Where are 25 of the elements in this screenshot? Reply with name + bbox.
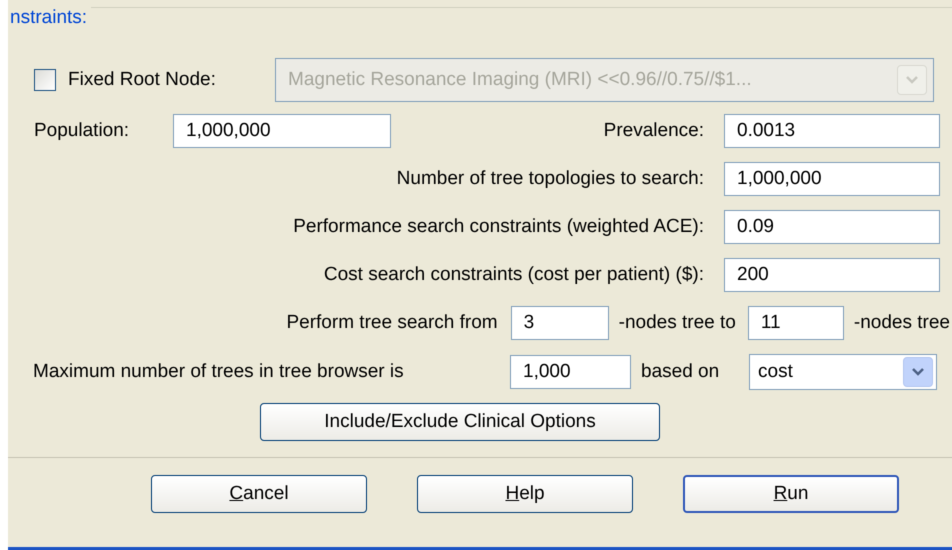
text-field[interactable]: 11 (748, 306, 844, 340)
text-field[interactable]: 0.0013 (724, 114, 940, 148)
text-field[interactable]: 1,000,000 (173, 114, 391, 148)
text-field[interactable]: 1,000,000 (724, 162, 940, 196)
dialog-button[interactable]: Help (417, 475, 633, 513)
field-label: Prevalence: (604, 118, 704, 143)
section-title: nstraints: (10, 6, 88, 30)
field-label: Perform tree search from (286, 310, 498, 335)
field-label: Cost search constraints (cost per patient) ($): (324, 262, 704, 287)
text-field[interactable]: 1,000 (510, 355, 631, 389)
field-label: Maximum number of trees in tree browser is (33, 360, 405, 384)
text-field[interactable]: 3 (510, 306, 609, 340)
text-field[interactable]: 0.09 (724, 210, 940, 244)
field-label: Fixed Root Node: (68, 68, 217, 92)
field-label: Population: (34, 118, 130, 143)
field-label: -nodes tree (854, 310, 950, 335)
dialog-button[interactable]: Run (683, 475, 899, 513)
options-button[interactable]: Include/Exclude Clinical Options (260, 403, 660, 441)
field-label: Performance search constraints (weighted ACE): (293, 214, 704, 239)
dialog-button[interactable]: Cancel (151, 475, 367, 513)
field-label: based on (641, 360, 720, 384)
text-field[interactable]: 200 (724, 258, 940, 292)
field-label: -nodes tree to (618, 310, 736, 335)
dropdown[interactable]: cost (749, 354, 937, 390)
field-label: Number of tree topologies to search: (396, 166, 704, 191)
